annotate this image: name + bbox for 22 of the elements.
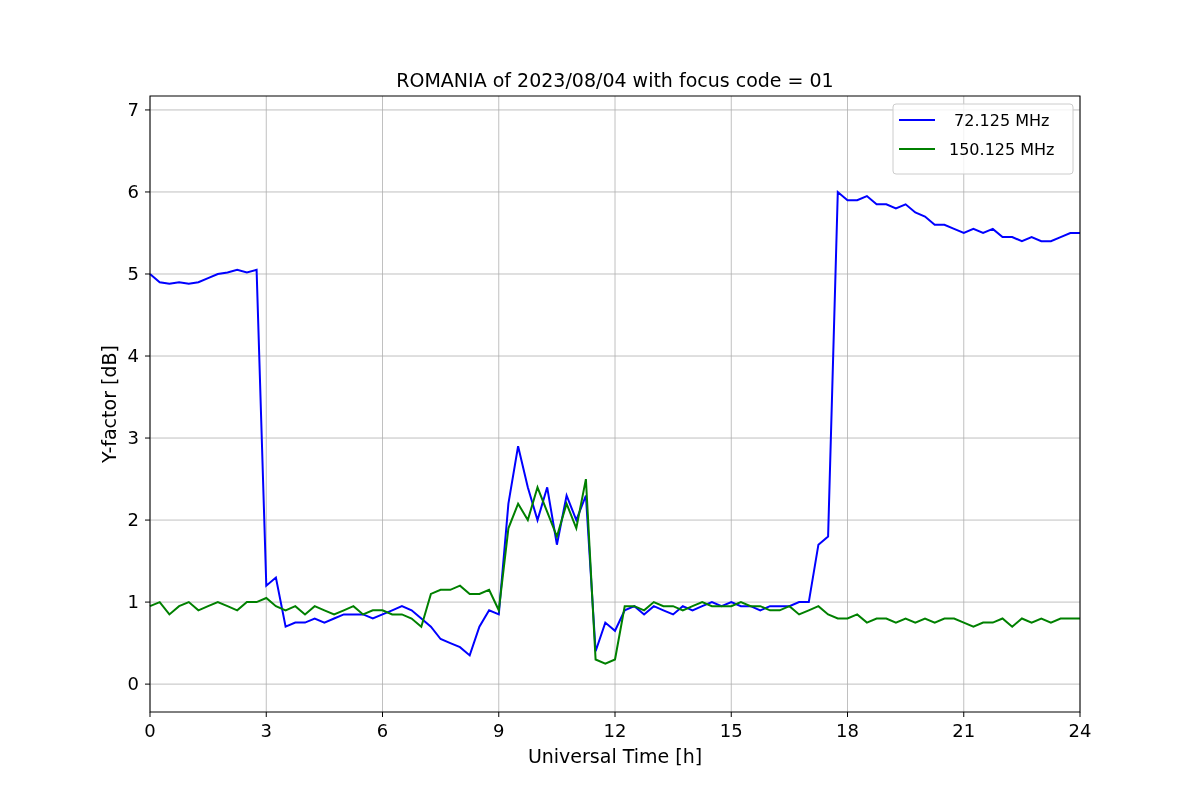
x-tick-label: 12 (603, 720, 627, 741)
chart-title: ROMANIA of 2023/08/04 with focus code = 01 (396, 69, 834, 91)
y-tick-label: 2 (127, 509, 139, 531)
x-tick-label: 3 (260, 720, 272, 741)
y-tick-label: 1 (127, 591, 139, 613)
y-tick-label: 0 (127, 673, 139, 695)
x-tick-label: 0 (144, 720, 156, 741)
x-tick-label: 18 (836, 720, 859, 741)
legend-label: 72.125 MHz (954, 111, 1050, 130)
x-axis-label: Universal Time [h] (527, 745, 703, 767)
x-tick-label: 15 (719, 720, 743, 741)
x-tick-label: 24 (1068, 720, 1092, 741)
x-tick-label: 6 (376, 720, 389, 741)
x-tick-label: 9 (493, 720, 505, 741)
y-tick-label: 3 (127, 427, 139, 449)
y-tick-label: 7 (127, 98, 139, 120)
legend-label: 150.125 MHz (949, 140, 1055, 159)
y-axis-label: Y-factor [dB] (98, 345, 120, 463)
y-tick-label: 6 (127, 180, 139, 202)
y-tick-label: 4 (127, 345, 139, 366)
x-tick-label: 21 (952, 720, 976, 741)
y-tick-label: 5 (127, 263, 139, 284)
